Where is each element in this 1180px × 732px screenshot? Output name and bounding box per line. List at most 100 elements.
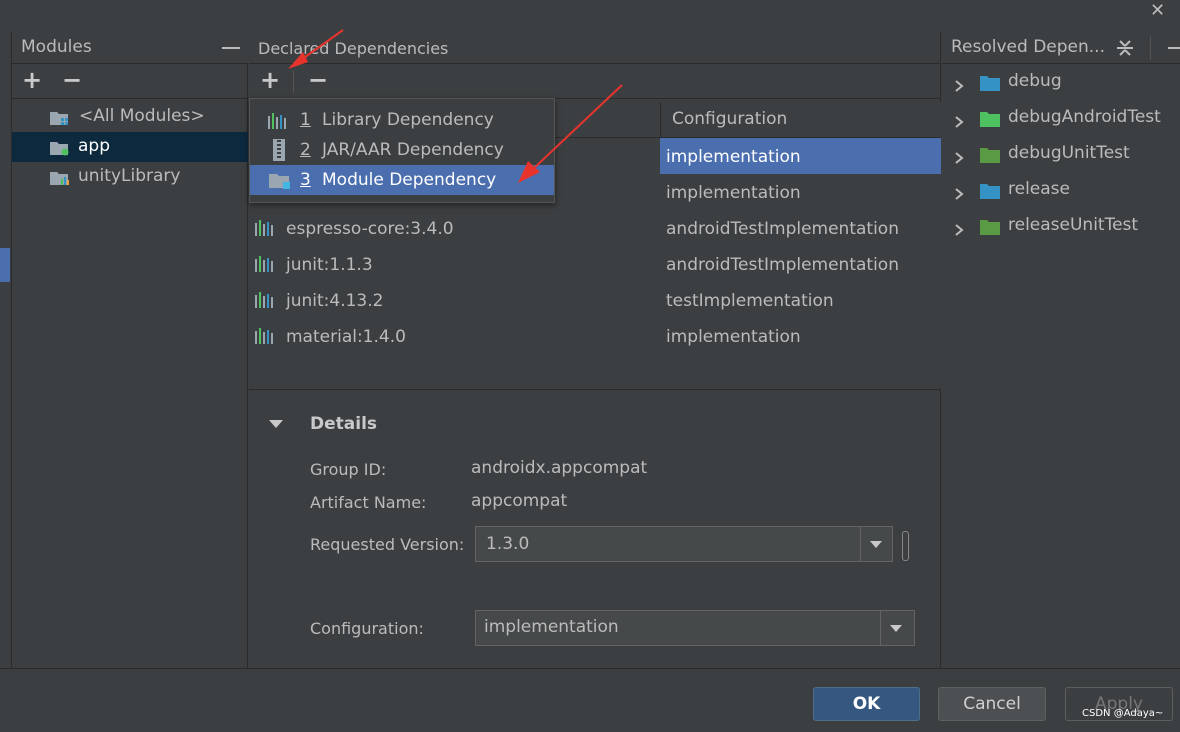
column-header-configuration[interactable]: Configuration xyxy=(672,109,787,129)
module-label: <All Modules> xyxy=(79,106,205,126)
resolved-item-label: debug xyxy=(1008,71,1062,91)
requested-version-combo[interactable]: 1.3.0 xyxy=(475,526,893,562)
resolved-tree-item[interactable]: debugAndroidTest xyxy=(942,101,1180,137)
declared-toolbar: + − xyxy=(249,65,941,99)
popup-item-label: Library Dependency xyxy=(322,110,494,130)
module-item-all[interactable]: <All Modules> xyxy=(12,102,248,132)
popup-item-library[interactable]: 1 Library Dependency xyxy=(250,105,554,135)
module-folder-icon xyxy=(50,170,70,186)
library-icon xyxy=(255,292,275,308)
combo-divider xyxy=(860,527,861,561)
resolved-tree-item[interactable]: debug xyxy=(942,65,1180,101)
requested-version-value: 1.3.0 xyxy=(486,534,530,554)
chevron-right-icon[interactable] xyxy=(954,149,964,164)
resolved-item-label: releaseUnitTest xyxy=(1008,215,1139,235)
close-icon[interactable]: ✕ xyxy=(1150,0,1165,21)
folder-icon xyxy=(980,147,1000,163)
folder-icon xyxy=(980,183,1000,199)
popup-item-number: 2 xyxy=(300,140,311,160)
jar-archive-icon xyxy=(272,139,286,161)
left-gutter xyxy=(0,32,12,668)
version-side-handle[interactable] xyxy=(902,531,909,561)
configuration-cell: implementation xyxy=(666,147,801,167)
dependency-name: junit:1.1.3 xyxy=(286,255,373,275)
watermark: CSDN @Adaya~ xyxy=(1082,708,1164,719)
gutter-marker xyxy=(0,248,10,282)
library-icon xyxy=(255,328,275,344)
table-row[interactable]: junit:4.13.2 testImplementation xyxy=(249,282,941,318)
module-folder-icon xyxy=(50,140,70,156)
footer-separator xyxy=(0,668,1180,669)
popup-item-label: JAR/AAR Dependency xyxy=(322,140,504,160)
dependency-name: junit:4.13.2 xyxy=(286,291,384,311)
collapse-triangle-icon[interactable] xyxy=(269,420,283,428)
dependency-name: espresso-core:3.4.0 xyxy=(286,219,454,239)
modules-header: Modules xyxy=(12,32,248,64)
folder-icon xyxy=(980,111,1000,127)
chevron-right-icon[interactable] xyxy=(954,221,964,236)
collapse-all-icon[interactable] xyxy=(1116,38,1134,58)
popup-item-module[interactable]: 3 Module Dependency xyxy=(250,165,554,195)
add-dependency-button[interactable]: + xyxy=(260,66,280,94)
chevron-right-icon[interactable] xyxy=(954,113,964,128)
declared-title: Declared Dependencies xyxy=(258,39,449,58)
modules-toolbar: + − xyxy=(12,65,248,99)
column-divider xyxy=(660,102,661,138)
modules-panel: Modules + − <All Modules> app unityLibra… xyxy=(12,32,248,668)
chevron-right-icon[interactable] xyxy=(954,185,964,200)
module-label: unityLibrary xyxy=(78,166,181,186)
chevron-down-icon[interactable] xyxy=(870,541,882,548)
library-icon xyxy=(255,220,275,236)
cancel-button-label: Cancel xyxy=(963,694,1021,714)
resolved-item-label: debugAndroidTest xyxy=(1008,107,1161,127)
configuration-cell: implementation xyxy=(666,183,801,203)
table-row[interactable]: junit:1.1.3 androidTestImplementation xyxy=(249,246,941,282)
popup-item-jar-aar[interactable]: 2 JAR/AAR Dependency xyxy=(250,135,554,165)
popup-item-label: Module Dependency xyxy=(322,170,497,190)
configuration-cell: androidTestImplementation xyxy=(666,255,899,275)
details-section: Details Group ID: androidx.appcompat Art… xyxy=(249,390,941,668)
resolved-item-label: release xyxy=(1008,179,1070,199)
group-id-value: androidx.appcompat xyxy=(471,458,648,478)
library-icon xyxy=(255,256,275,272)
cancel-button[interactable]: Cancel xyxy=(938,687,1046,721)
module-label: app xyxy=(78,136,110,156)
add-dependency-popup: 1 Library Dependency 2 JAR/AAR Dependenc… xyxy=(249,98,555,203)
artifact-name-value: appcompat xyxy=(471,491,568,511)
resolved-title: Resolved Depen... xyxy=(951,37,1105,57)
ok-button[interactable]: OK xyxy=(813,687,920,721)
configuration-label: Configuration: xyxy=(310,619,424,638)
configuration-cell: testImplementation xyxy=(666,291,834,311)
chevron-down-icon[interactable] xyxy=(890,625,902,632)
details-title: Details xyxy=(310,414,378,434)
configuration-cell: androidTestImplementation xyxy=(666,219,899,239)
resolved-tree-item[interactable]: releaseUnitTest xyxy=(942,209,1180,245)
toolbar-divider xyxy=(293,71,294,93)
modules-collapse-icon[interactable] xyxy=(222,47,240,49)
resolved-tree-item[interactable]: debugUnitTest xyxy=(942,137,1180,173)
resolved-collapse-icon[interactable] xyxy=(1168,47,1180,49)
modules-title: Modules xyxy=(21,37,92,57)
module-item-app[interactable]: app xyxy=(12,132,248,162)
remove-dependency-button[interactable]: − xyxy=(308,66,328,94)
resolved-tree: debug debugAndroidTest debugUnitTest releas… xyxy=(942,65,1180,265)
popup-item-number: 1 xyxy=(300,110,311,130)
configuration-combo[interactable]: implementation xyxy=(475,610,915,646)
group-id-label: Group ID: xyxy=(310,460,387,479)
chevron-right-icon[interactable] xyxy=(954,77,964,92)
module-item-unitylibrary[interactable]: unityLibrary xyxy=(12,162,248,192)
dependency-name: material:1.4.0 xyxy=(286,327,406,347)
artifact-name-label: Artifact Name: xyxy=(310,493,427,512)
resolved-header: Resolved Depen... xyxy=(942,32,1180,64)
header-divider xyxy=(1150,36,1151,60)
configuration-cell: implementation xyxy=(666,327,801,347)
folder-icon xyxy=(980,75,1000,91)
table-row[interactable]: material:1.4.0 implementation xyxy=(249,318,941,354)
folder-icon xyxy=(980,219,1000,235)
resolved-tree-item[interactable]: release xyxy=(942,173,1180,209)
remove-module-button[interactable]: − xyxy=(62,66,82,94)
add-module-button[interactable]: + xyxy=(22,66,42,94)
ok-button-label: OK xyxy=(852,694,881,714)
combo-divider xyxy=(880,611,881,645)
table-row[interactable]: espresso-core:3.4.0 androidTestImplement… xyxy=(249,210,941,246)
